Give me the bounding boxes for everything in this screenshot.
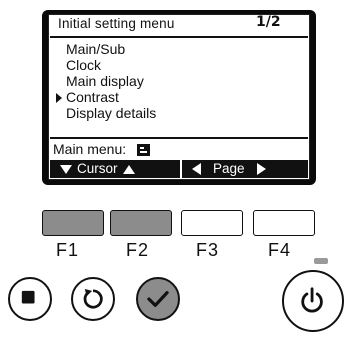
function-bar-separator [180,160,182,178]
f2-button[interactable] [110,210,172,236]
triangle-up-icon [122,164,135,174]
cursor-arrow-icon [56,93,62,103]
menu-item-main-sub[interactable]: Main/Sub [66,41,156,57]
menu-item-contrast[interactable]: Contrast [56,89,156,105]
return-arrow-icon [83,289,103,309]
menu-item-label: Contrast [66,89,119,105]
triangle-left-icon [192,163,201,176]
page-guide: Page [192,161,266,176]
page-label: Page [213,161,245,176]
triangle-right-icon [256,163,266,176]
menu-title: Initial setting menu [58,16,175,31]
power-icon [301,287,323,313]
f1-label: F1 [56,240,80,260]
bottom-divider [50,137,308,139]
menu-item-label: Display details [66,105,157,121]
menu-item-label: Main display [66,73,144,89]
main-menu-label: Main menu: [53,141,127,157]
f1-button[interactable] [42,210,104,236]
f4-label: F4 [268,240,292,260]
cursor-label: Cursor [77,161,118,176]
menu-item-display-details[interactable]: Display details [66,105,156,121]
power-button[interactable] [282,270,344,332]
page-indicator: 1/2 [256,14,281,30]
f2-label: F2 [126,240,150,260]
menu-item-label: Clock [66,57,102,73]
select-button[interactable] [136,277,180,321]
cursor-guide: Cursor [60,161,135,176]
f4-button[interactable] [253,210,315,236]
title-divider [50,36,308,38]
menu-item-clock[interactable]: Clock [66,57,156,73]
menu-item-main-display[interactable]: Main display [66,73,156,89]
function-bar: Cursor Page [50,160,308,178]
menu-list: Main/Sub Clock Main display Contrast Dis… [56,41,156,121]
menu-button[interactable] [8,277,52,321]
main-menu-glyph-icon [137,144,150,156]
f3-label: F3 [196,240,220,260]
operation-lamp [314,258,328,264]
f3-button[interactable] [181,210,243,236]
checkmark-icon [147,291,169,307]
triangle-down-icon [60,164,72,174]
menu-square-icon [21,290,35,304]
return-button[interactable] [71,277,115,321]
menu-item-label: Main/Sub [66,41,126,57]
